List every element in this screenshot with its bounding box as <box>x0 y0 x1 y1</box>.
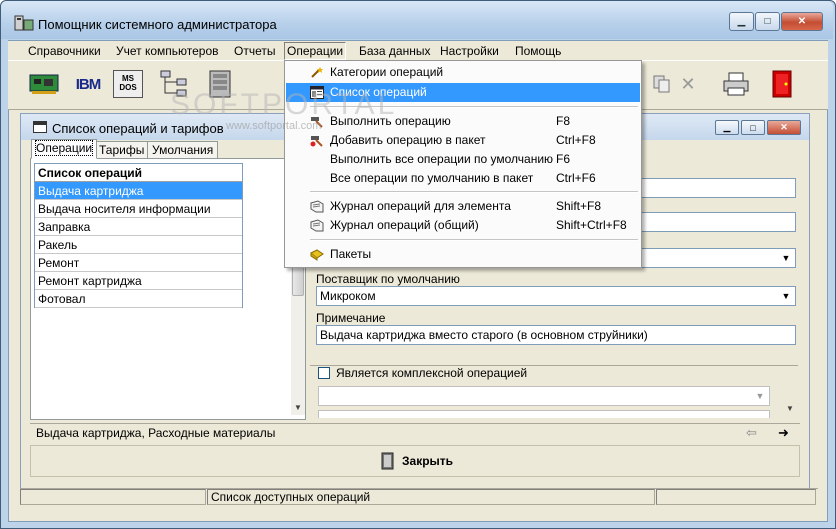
supplier-label: Поставщик по умолчанию <box>316 272 460 286</box>
list-item[interactable]: Ремонт <box>35 254 242 272</box>
sparkle-tool-icon <box>311 67 323 78</box>
app-icon <box>14 14 34 32</box>
list-item[interactable]: Ракель <box>35 236 242 254</box>
close-icon: ✕ <box>797 16 807 27</box>
list-item[interactable]: Выдача носителя информации <box>35 200 242 218</box>
toolbar-print-button[interactable] <box>720 68 752 100</box>
close-button-label: Закрыть <box>402 454 454 468</box>
tab-umolchaniya[interactable]: Умолчания <box>147 141 219 159</box>
ibm-logo-icon: IBM <box>75 75 101 93</box>
complex-checkbox[interactable] <box>318 367 330 379</box>
toolbar-hardware-button[interactable] <box>28 68 60 100</box>
chevron-down-icon: ▼ <box>781 291 791 301</box>
list-item[interactable]: Ремонт картриджа <box>35 272 242 290</box>
menu-operacii[interactable]: Операции <box>284 42 347 60</box>
restore-icon: □ <box>750 122 756 133</box>
unit-dropdown-arrow[interactable]: ▼ <box>778 250 794 266</box>
toolbar-exit-button[interactable] <box>766 68 798 100</box>
hammer-add-icon <box>310 136 323 147</box>
journal-icon <box>310 200 324 213</box>
status-cell-right <box>656 489 816 505</box>
menu-nastroiki[interactable]: Настройки <box>438 43 501 59</box>
package-icon <box>310 249 324 261</box>
circuit-board-icon <box>29 74 59 94</box>
child-minimize-button[interactable]: ▁ <box>715 120 739 135</box>
menu-item-element-log[interactable]: Журнал операций для элемента Shift+F8 <box>286 197 640 216</box>
tab-tarify[interactable]: Тарифы <box>94 141 150 159</box>
minimize-icon: ▁ <box>737 16 746 27</box>
tab-operacii[interactable]: Операции <box>31 139 98 159</box>
menu-pomosch[interactable]: Помощь <box>513 43 563 59</box>
exit-door-icon <box>772 70 792 98</box>
name-field[interactable] <box>640 178 796 198</box>
journal-icon <box>310 219 324 232</box>
printer-icon <box>723 72 749 96</box>
menu-spravochniki[interactable]: Справочники <box>26 43 103 59</box>
toolbar-delete-button[interactable]: ✕ <box>672 68 704 100</box>
scroll-down-icon[interactable]: ▼ <box>294 403 302 412</box>
child-maximize-button[interactable]: □ <box>741 120 765 135</box>
close-icon: ✕ <box>780 122 788 132</box>
toolbar-ibm-button[interactable]: IBM <box>72 68 104 100</box>
menu-uchet[interactable]: Учет компьютеров <box>114 43 221 59</box>
window-title: Помощник системного администратора <box>38 17 277 32</box>
status-cell-left <box>20 489 206 505</box>
list-item[interactable]: Фотовал <box>35 290 242 308</box>
complex-checkbox-label: Является комплексной операцией <box>336 366 528 380</box>
menu-item-execute-all-default[interactable]: Выполнить все операции по умолчанию F6 <box>286 150 640 169</box>
child-close-button[interactable]: ✕ <box>767 120 801 135</box>
delete-icon: ✕ <box>680 73 696 94</box>
menu-separator <box>310 239 638 241</box>
menu-baza-dannyh[interactable]: База данных <box>357 43 432 59</box>
list-header: Список операций <box>35 164 242 182</box>
menu-item-categories[interactable]: Категории операций <box>286 63 640 82</box>
list-item[interactable]: Выдача картриджа <box>35 182 242 200</box>
supplier-dropdown-arrow[interactable]: ▼ <box>778 288 794 304</box>
operations-window-title: Список операций и тарифов <box>52 121 224 136</box>
menu-otchety[interactable]: Отчеты <box>232 43 277 59</box>
menu-item-add-to-package[interactable]: Добавить операцию в пакет Ctrl+F8 <box>286 131 640 150</box>
complex-dropdown-arrow[interactable]: ▼ <box>752 388 768 404</box>
door-icon <box>381 452 394 470</box>
minimize-button[interactable]: ▁ <box>729 12 754 31</box>
complex-combo[interactable] <box>318 386 770 406</box>
close-window-button[interactable]: ✕ <box>781 12 823 31</box>
chevron-down-icon: ▼ <box>755 391 765 401</box>
status-text: Список доступных операций <box>207 489 655 505</box>
child-window-icon <box>33 121 47 133</box>
copy-icon <box>653 75 670 93</box>
close-button[interactable]: Закрыть <box>380 451 453 471</box>
note-field[interactable]: Выдача картриджа вместо старого (в основ… <box>316 325 796 345</box>
note-label: Примечание <box>316 311 386 325</box>
watermark-logo: SOFTPORTAL <box>170 88 398 121</box>
list-item[interactable]: Заправка <box>35 218 242 236</box>
toolbar-msdos-button[interactable]: MS DOS <box>112 68 144 100</box>
watermark-url: www.softportal.com <box>226 120 322 132</box>
category-field[interactable] <box>640 212 796 232</box>
supplier-combo[interactable]: Микроком <box>316 286 796 306</box>
minimize-icon: ▁ <box>723 122 731 132</box>
menu-item-general-log[interactable]: Журнал операций (общий) Shift+Ctrl+F8 <box>286 216 640 235</box>
next-arrow-icon[interactable]: ➜ <box>778 425 789 441</box>
maximize-button[interactable]: □ <box>755 12 780 31</box>
menu-separator <box>310 191 638 193</box>
menu-item-all-default-to-package[interactable]: Все операции по умолчанию в пакет Ctrl+F… <box>286 169 640 188</box>
unit-combo[interactable] <box>640 248 796 268</box>
prev-arrow-icon[interactable]: ⇦ <box>746 425 757 441</box>
chevron-down-icon: ▼ <box>781 253 791 263</box>
maximize-icon: □ <box>764 16 771 27</box>
menu-item-packages[interactable]: Пакеты <box>286 245 640 264</box>
msdos-icon: MS DOS <box>113 70 143 98</box>
operation-info-text: Выдача картриджа, Расходные материалы <box>36 426 276 440</box>
complex-list[interactable] <box>318 410 770 418</box>
scroll-down-icon[interactable]: ▼ <box>786 404 794 413</box>
